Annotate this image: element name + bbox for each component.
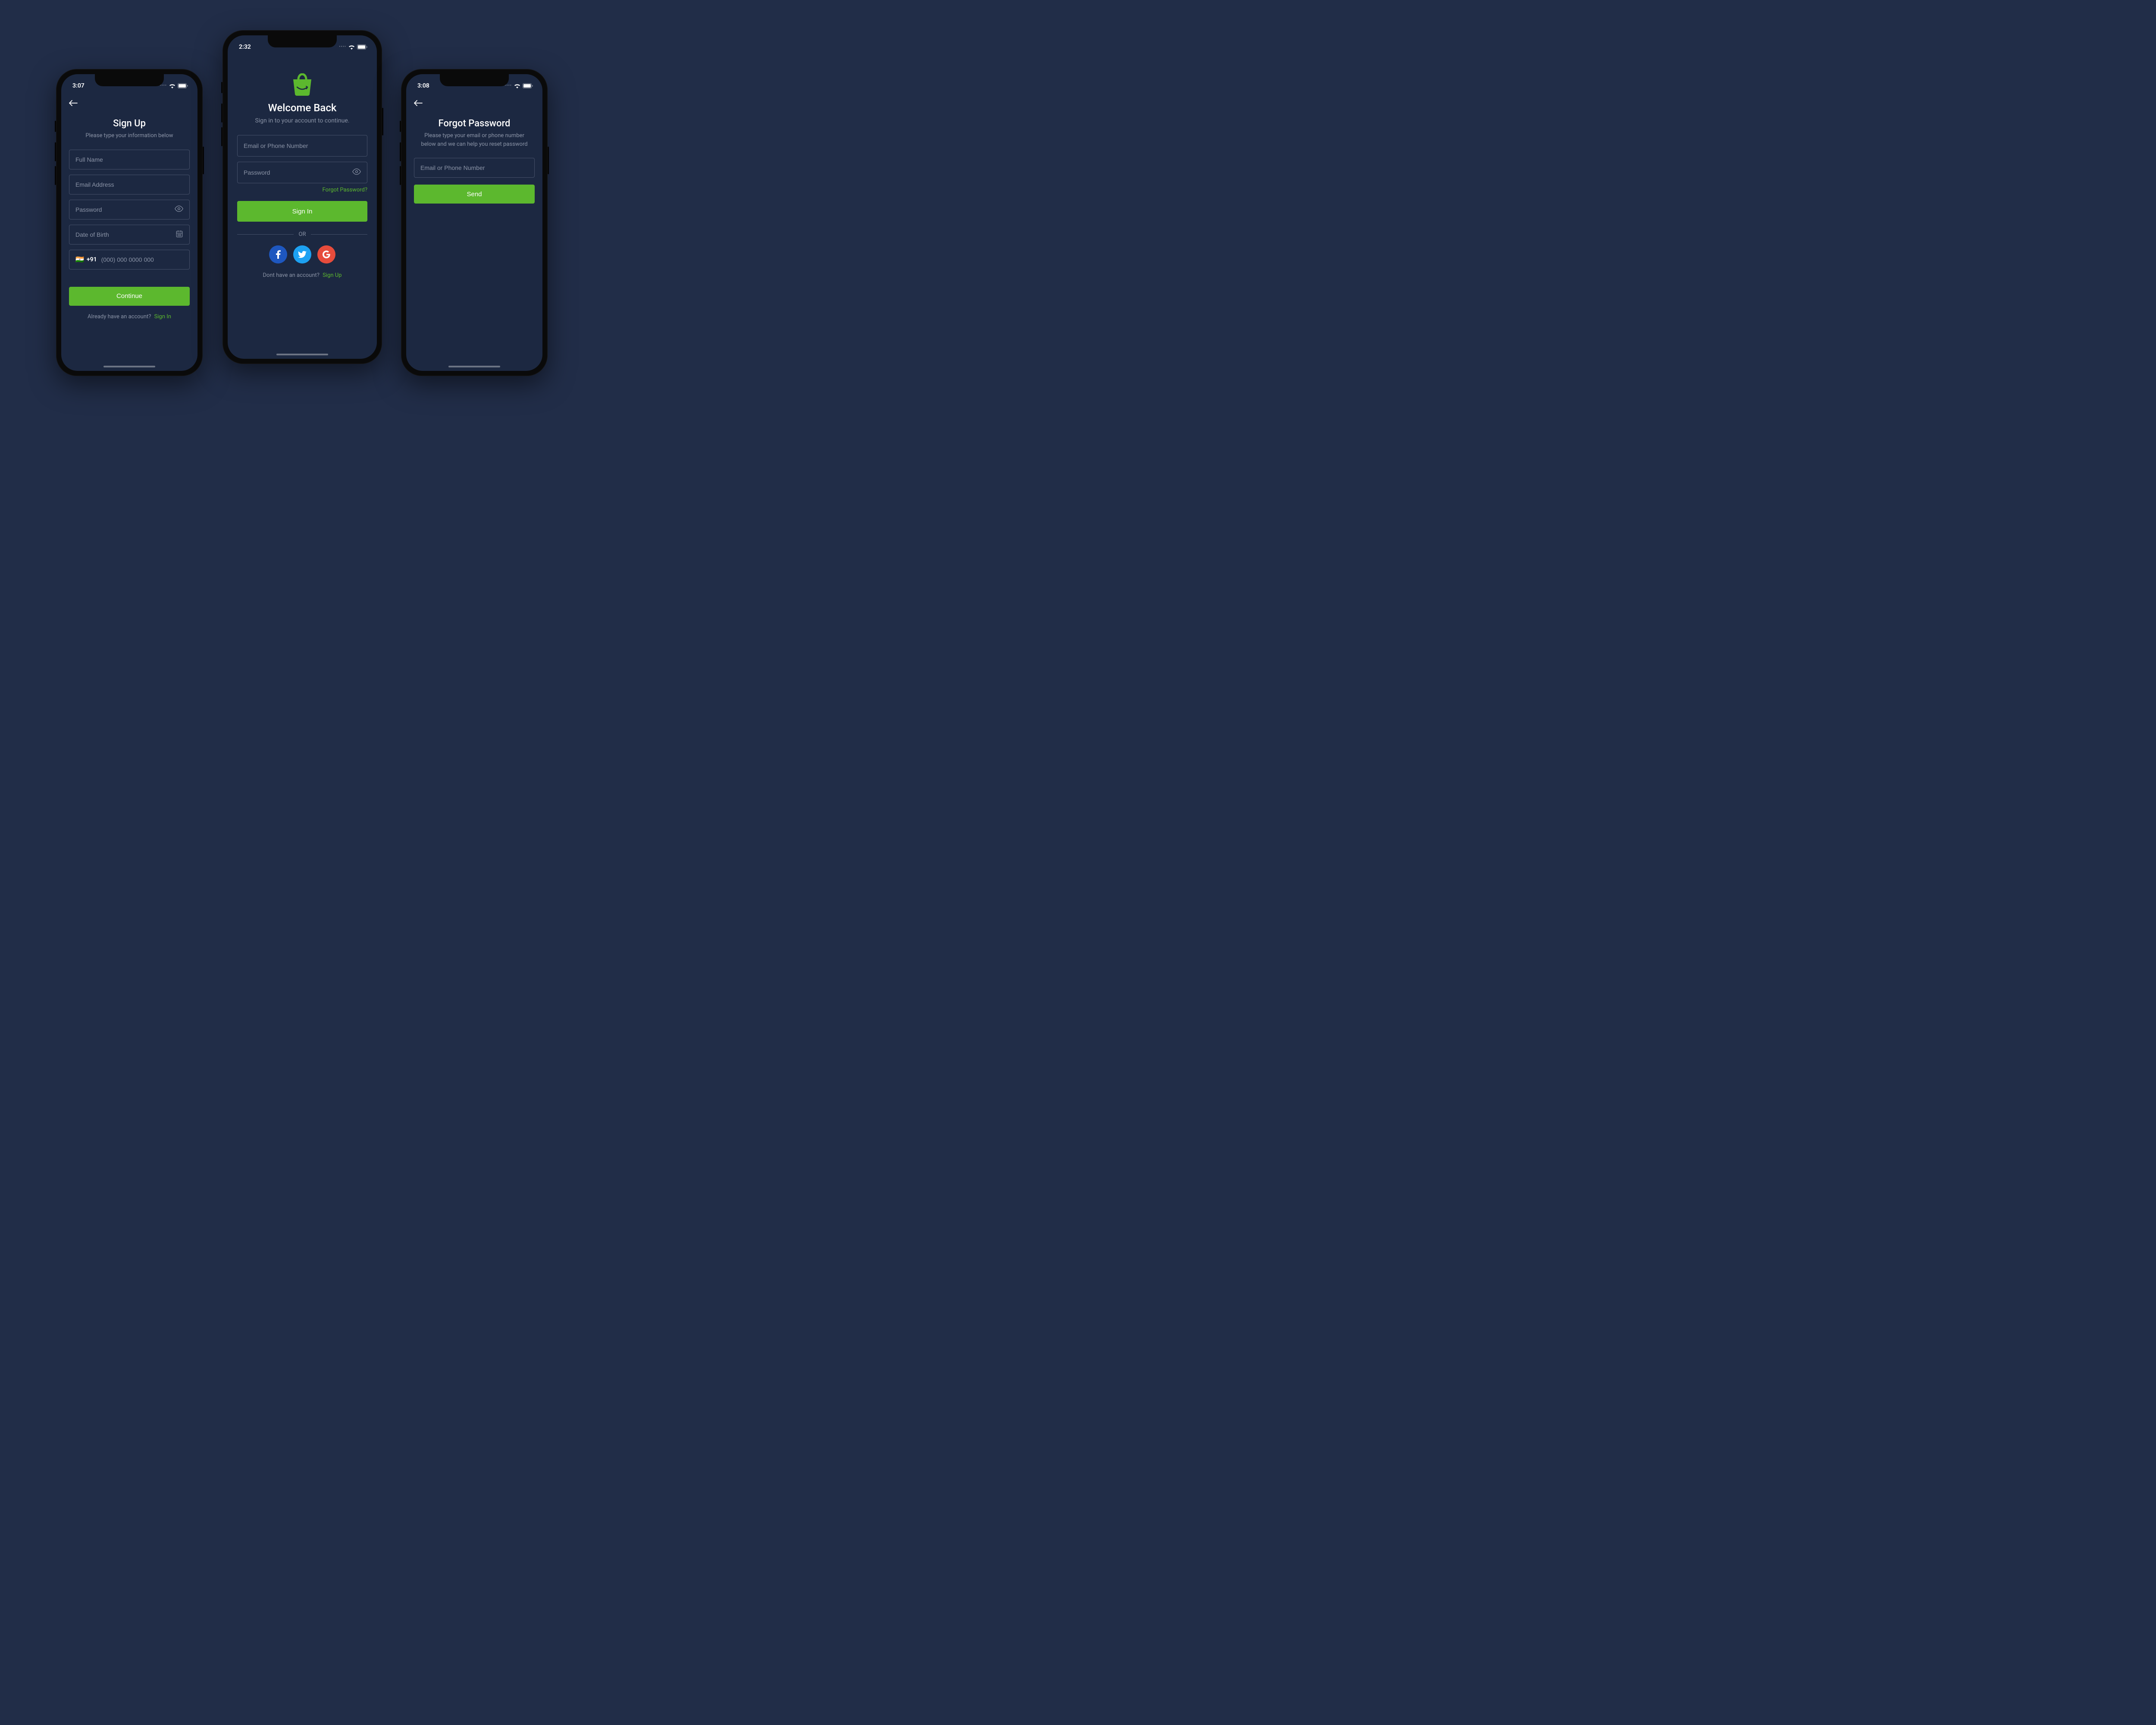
wifi-icon [169,84,175,88]
mute-switch [400,121,401,132]
email-input[interactable] [244,142,361,149]
twitter-icon [298,251,307,258]
battery-icon [178,83,188,88]
power-button [548,147,549,174]
email-input[interactable] [420,164,528,171]
status-icons: •••• [160,83,188,88]
signup-link[interactable]: Sign Up [323,272,342,279]
forgot-password-link[interactable]: Forgot Password? [237,187,367,193]
phone-input[interactable] [101,256,183,263]
status-icons: •••• [339,44,367,50]
status-time: 2:32 [239,44,251,50]
battery-icon [357,44,367,50]
dob-field[interactable] [69,225,190,245]
eye-icon[interactable] [352,167,361,178]
email-field[interactable] [414,158,535,178]
app-logo [288,72,316,97]
country-code: +91 [87,256,97,263]
volume-up-button [55,142,56,161]
page-title: Welcome Back [237,102,367,114]
page-subtitle: Sign in to your account to continue. [237,116,367,125]
volume-down-button [221,127,222,146]
signal-icon: •••• [339,45,346,49]
password-input[interactable] [244,169,349,176]
continue-button[interactable]: Continue [69,287,190,306]
screen-signup: 3:07 •••• Sign Up Please type your infor… [61,74,197,371]
google-button[interactable] [317,245,335,263]
dont-have-text: Dont have an account? [263,272,320,279]
fullname-field[interactable] [69,150,190,169]
notch [95,74,164,86]
phone-forgot: 3:08 •••• Forgot Password Please type yo… [401,69,548,376]
screen-signin: 2:32 •••• Welcome Back Sign in to your a… [228,35,377,359]
dob-input[interactable] [75,231,172,238]
signin-content: Welcome Back Sign in to your account to … [228,53,377,279]
volume-down-button [55,166,56,185]
flag-icon: 🇮🇳 [75,255,84,263]
wifi-icon [348,45,355,50]
twitter-button[interactable] [293,245,311,263]
country-selector[interactable]: 🇮🇳 +91 [75,255,97,263]
signin-button[interactable]: Sign In [237,201,367,222]
signup-prompt-row: Dont have an account? Sign Up [237,272,367,279]
back-button[interactable] [69,97,82,110]
password-field[interactable] [237,162,367,183]
mute-switch [55,121,56,132]
fullname-input[interactable] [75,156,183,163]
bag-icon [290,73,315,96]
page-title: Sign Up [69,118,190,129]
google-icon [322,250,331,259]
forgot-content: Forgot Password Please type your email o… [406,91,542,204]
page-subtitle: Please type your information below [69,132,190,140]
or-label: OR [299,231,306,238]
home-indicator[interactable] [103,366,155,367]
eye-icon[interactable] [175,204,183,215]
wifi-icon [514,84,520,88]
screen-forgot: 3:08 •••• Forgot Password Please type yo… [406,74,542,371]
social-row [237,245,367,263]
power-button [203,147,204,174]
email-field[interactable] [69,175,190,194]
phone-field[interactable]: 🇮🇳 +91 [69,250,190,270]
calendar-icon[interactable] [175,230,183,239]
password-field[interactable] [69,200,190,220]
volume-up-button [221,104,222,122]
home-indicator[interactable] [276,354,328,355]
signin-link[interactable]: Sign In [154,314,171,320]
status-time: 3:07 [72,82,85,89]
phone-signin: 2:32 •••• Welcome Back Sign in to your a… [222,30,382,364]
back-button[interactable] [414,97,427,110]
notch [268,35,337,47]
password-input[interactable] [75,206,171,213]
divider-line [311,234,367,235]
battery-icon [523,83,533,88]
email-input[interactable] [75,181,183,188]
facebook-button[interactable] [269,245,287,263]
divider-line [237,234,294,235]
power-button [382,108,383,135]
facebook-icon [276,250,281,259]
email-field[interactable] [237,135,367,157]
signup-content: Sign Up Please type your information bel… [61,91,197,320]
status-time: 3:08 [417,82,429,89]
page-title: Forgot Password [414,118,535,129]
phone-signup: 3:07 •••• Sign Up Please type your infor… [56,69,203,376]
notch [440,74,509,86]
arrow-left-icon [414,100,423,106]
already-text: Already have an account? [88,314,151,320]
or-divider: OR [237,231,367,238]
status-icons: •••• [505,83,533,88]
home-indicator[interactable] [448,366,500,367]
mute-switch [221,82,222,93]
already-account-row: Already have an account? Sign In [69,314,190,320]
volume-up-button [400,142,401,161]
arrow-left-icon [69,100,78,106]
send-button[interactable]: Send [414,185,535,204]
volume-down-button [400,166,401,185]
page-subtitle: Please type your email or phone number b… [414,132,535,148]
